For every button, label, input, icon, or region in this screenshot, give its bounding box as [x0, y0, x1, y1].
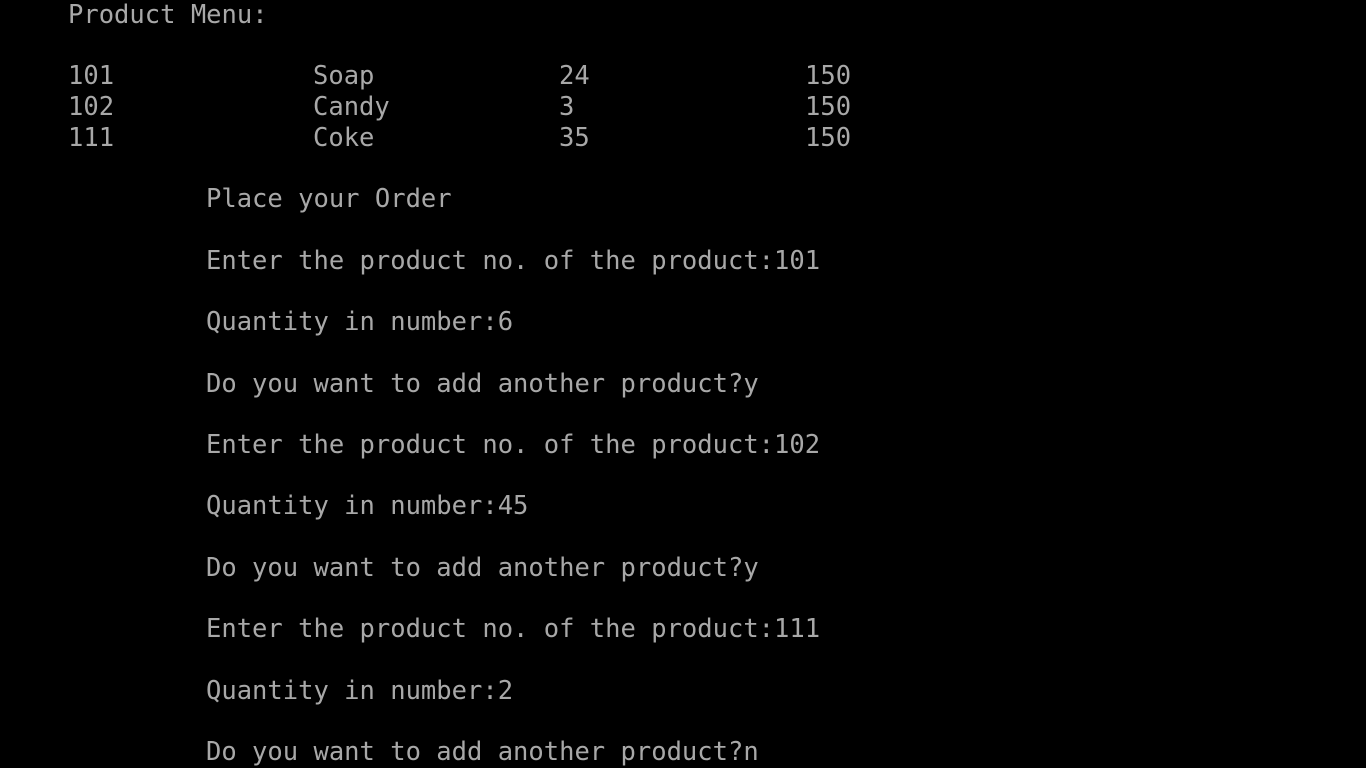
console-line: Quantity in number:45 — [0, 491, 1366, 522]
quantity-prompt: Quantity in number:45 — [206, 491, 529, 521]
console-line: Enter the product no. of the product:101 — [0, 246, 1366, 277]
product-no: 101 — [68, 61, 115, 91]
console-line: Do you want to add another product?y — [0, 369, 1366, 400]
product-name: Coke — [313, 123, 375, 153]
product-stock: 150 — [805, 61, 852, 91]
product-row: 101 Soap 24 150 — [0, 61, 1366, 92]
product-row: 102 Candy 3 150 — [0, 92, 1366, 123]
product-no-prompt: Enter the product no. of the product:111 — [206, 614, 821, 644]
product-stock: 150 — [805, 92, 852, 122]
quantity-prompt: Quantity in number:2 — [206, 676, 514, 706]
product-price: 35 — [559, 123, 590, 153]
order-heading-line: Place your Order — [0, 184, 1366, 215]
console-line: Quantity in number:2 — [0, 676, 1366, 707]
add-another-prompt: Do you want to add another product?y — [206, 553, 759, 583]
console-line: Quantity in number:6 — [0, 307, 1366, 338]
menu-title-line: Product Menu: — [0, 0, 1366, 31]
product-no: 111 — [68, 123, 115, 153]
product-stock: 150 — [805, 123, 852, 153]
menu-title: Product Menu: — [68, 0, 268, 30]
product-price: 3 — [559, 92, 575, 122]
product-no-prompt: Enter the product no. of the product:102 — [206, 430, 821, 460]
order-heading: Place your Order — [206, 184, 452, 214]
add-another-prompt: Do you want to add another product?y — [206, 369, 759, 399]
product-name: Candy — [313, 92, 390, 122]
product-name: Soap — [313, 61, 375, 91]
console-window[interactable]: Product Menu: 101 Soap 24 150 102 Candy … — [0, 0, 1366, 768]
product-no-prompt: Enter the product no. of the product:101 — [206, 246, 821, 276]
quantity-prompt: Quantity in number:6 — [206, 307, 514, 337]
console-line: Do you want to add another product?n — [0, 737, 1366, 768]
console-line: Enter the product no. of the product:111 — [0, 614, 1366, 645]
product-price: 24 — [559, 61, 590, 91]
console-line: Do you want to add another product?y — [0, 553, 1366, 584]
product-no: 102 — [68, 92, 115, 122]
product-row: 111 Coke 35 150 — [0, 123, 1366, 154]
add-another-prompt: Do you want to add another product?n — [206, 737, 759, 767]
console-line: Enter the product no. of the product:102 — [0, 430, 1366, 461]
